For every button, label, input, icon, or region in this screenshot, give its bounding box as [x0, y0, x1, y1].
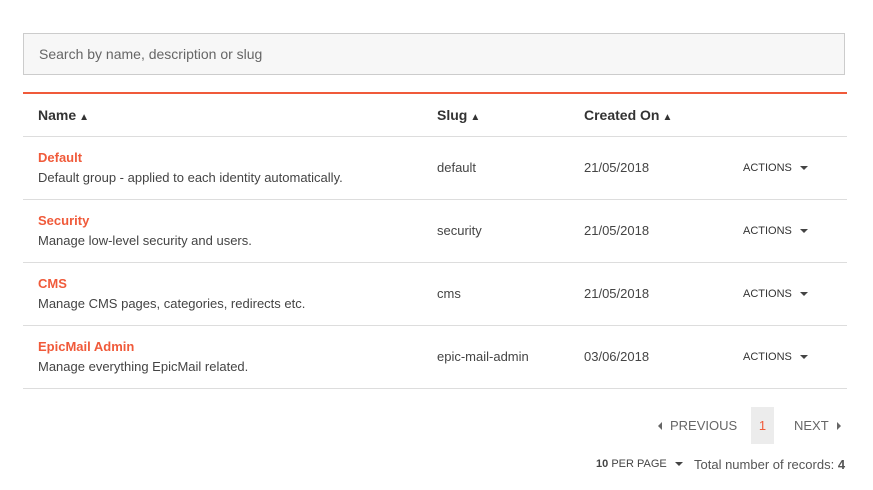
actions-dropdown[interactable]: ACTIONS [743, 351, 808, 363]
table-row: EpicMail Admin Manage everything EpicMai… [23, 326, 847, 389]
search-input[interactable] [24, 34, 873, 74]
total-count: 4 [837, 457, 846, 472]
group-name-link[interactable]: Default [38, 150, 82, 165]
previous-page-button[interactable]: PREVIOUS [658, 418, 737, 433]
per-page-dropdown[interactable]: 10 PER PAGE [596, 458, 683, 470]
column-header-created[interactable]: Created On ▲︎ [584, 107, 672, 123]
per-page-label: PER PAGE [611, 458, 667, 470]
total-label: Total number of records: [694, 457, 835, 472]
column-label: Slug [437, 107, 468, 123]
created-date: 21/05/2018 [584, 286, 650, 301]
group-slug: default [437, 160, 477, 175]
table-row: Default Default group - applied to each … [23, 137, 847, 200]
groups-table: Name ▲︎ Slug ▲︎ Created On ▲︎ Default Defau… [23, 92, 847, 389]
column-label: Created On [584, 107, 660, 123]
actions-dropdown[interactable]: ACTIONS [743, 162, 808, 174]
created-date: 21/05/2018 [584, 223, 650, 238]
chevron-down-icon [799, 229, 808, 234]
created-date: 21/05/2018 [584, 160, 650, 175]
actions-label: ACTIONS [743, 225, 792, 237]
actions-label: ACTIONS [743, 288, 792, 300]
chevron-down-icon [799, 166, 808, 171]
group-slug: cms [437, 286, 461, 301]
column-header-slug[interactable]: Slug ▲︎ [437, 107, 480, 123]
group-name-link[interactable]: Security [38, 213, 89, 228]
group-description: Manage everything EpicMail related. [38, 359, 249, 374]
sort-icon: ▲︎ [470, 112, 481, 123]
sort-icon: ▲︎ [662, 112, 673, 123]
chevron-down-icon [799, 355, 808, 360]
caret-left-icon [658, 422, 662, 430]
actions-label: ACTIONS [743, 162, 792, 174]
table-header: Name ▲︎ Slug ▲︎ Created On ▲︎ [23, 94, 847, 137]
sort-icon: ▲︎ [79, 112, 90, 123]
group-name-link[interactable]: EpicMail Admin [38, 339, 134, 354]
column-header-name[interactable]: Name ▲︎ [38, 107, 89, 123]
previous-label: PREVIOUS [670, 418, 738, 433]
per-page-count: 10 [596, 458, 609, 470]
group-description: Manage CMS pages, categories, redirects … [38, 296, 306, 311]
actions-dropdown[interactable]: ACTIONS [743, 288, 808, 300]
group-slug: epic-mail-admin [437, 349, 529, 364]
chevron-down-icon [799, 292, 808, 297]
created-date: 03/06/2018 [584, 349, 650, 364]
next-label: NEXT [794, 418, 829, 433]
group-description: Manage low-level security and users. [38, 233, 252, 248]
next-page-button[interactable]: NEXT [794, 418, 841, 433]
page-1-button[interactable]: 1 [751, 407, 774, 444]
actions-label: ACTIONS [743, 351, 792, 363]
caret-right-icon [836, 422, 841, 430]
chevron-down-icon [674, 462, 683, 467]
column-label: Name [38, 107, 77, 123]
search-box [23, 33, 873, 75]
group-slug: security [437, 223, 482, 238]
table-row: CMS Manage CMS pages, categories, redire… [23, 263, 847, 326]
group-description: Default group - applied to each identity… [38, 170, 343, 185]
actions-dropdown[interactable]: ACTIONS [743, 225, 808, 237]
total-records: Total number of records: 4 [694, 457, 845, 472]
table-row: Security Manage low-level security and u… [23, 200, 847, 263]
group-name-link[interactable]: CMS [38, 276, 67, 291]
